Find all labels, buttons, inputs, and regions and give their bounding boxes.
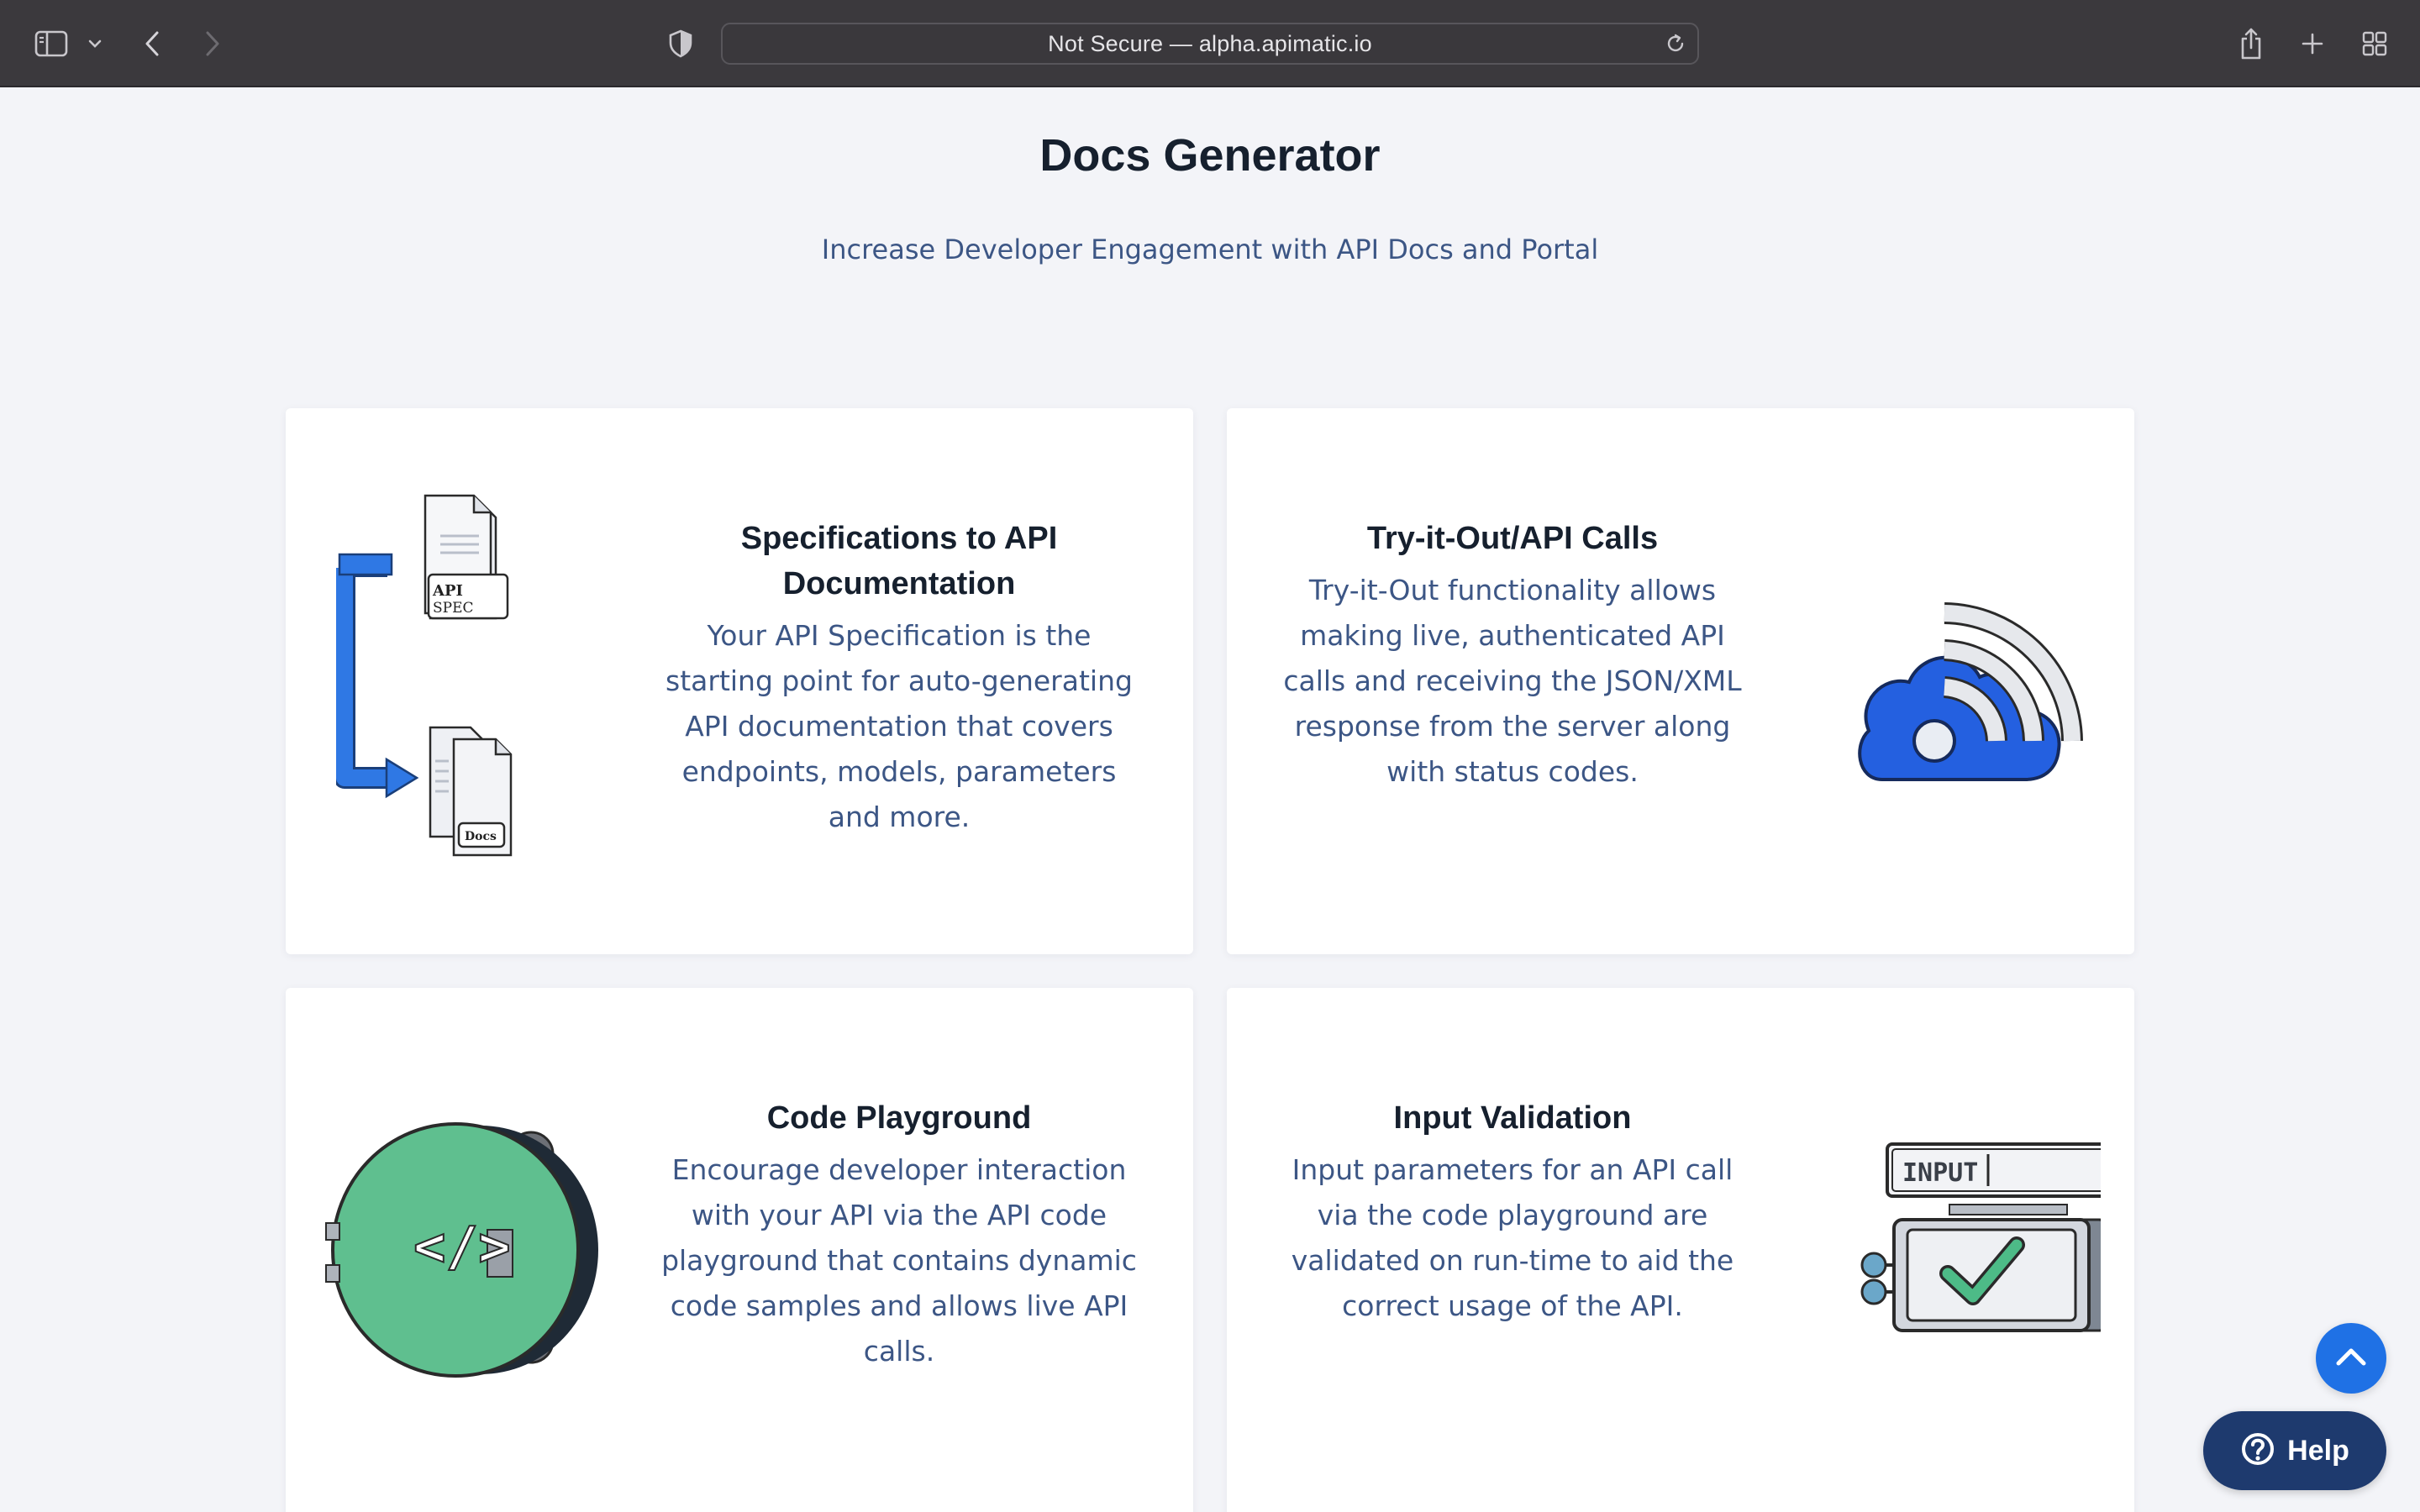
card-description: Encourage developer interaction with you… (661, 1153, 1137, 1368)
forward-icon[interactable] (200, 0, 225, 87)
feature-card-input-validation: Input Validation Input parameters for an… (1227, 988, 2134, 1512)
address-text: Not Secure — alpha.apimatic.io (1048, 30, 1372, 56)
browser-toolbar: Not Secure — alpha.apimatic.io (0, 0, 2420, 87)
feature-card-code-playground: </> Code Playground Encourage developer … (286, 988, 1193, 1512)
card-title: Code Playground (766, 1100, 1032, 1136)
card-title: Try-it-Out/API Calls (1366, 521, 1659, 556)
card-description: Your API Specification is the starting p… (666, 619, 1133, 833)
input-validation-icon: INPUT (1849, 1139, 2128, 1361)
address-bar[interactable]: Not Secure — alpha.apimatic.io (721, 23, 1699, 65)
card-text: Try-it-Out/API Calls Try-it-Out function… (1269, 516, 1756, 795)
chevron-up-icon (2334, 1346, 2368, 1371)
card-text: Input Validation Input parameters for an… (1269, 1095, 1756, 1329)
question-circle-icon (2240, 1431, 2275, 1470)
svg-text:Docs: Docs (465, 830, 497, 843)
code-disc-icon: </> (321, 1114, 598, 1394)
cloud-signal-icon (1849, 576, 2101, 798)
card-text: Code Playground Encourage developer inte… (655, 1095, 1143, 1374)
card-title: Input Validation (1393, 1100, 1632, 1136)
reload-icon[interactable] (1664, 32, 1687, 59)
chevron-down-icon[interactable] (84, 0, 106, 87)
page-title: Docs Generator (1039, 130, 1381, 181)
help-label: Help (2287, 1434, 2349, 1467)
back-icon[interactable] (139, 0, 165, 87)
feature-card-specifications: API SPEC Docs Specifications to API Docu… (286, 408, 1193, 954)
svg-text:API: API (432, 582, 463, 600)
feature-card-try-it-out: Try-it-Out/API Calls Try-it-Out function… (1227, 408, 2134, 954)
share-icon[interactable] (2237, 0, 2265, 87)
spec-to-docs-icon: API SPEC Docs (334, 484, 555, 890)
help-button[interactable]: Help (2203, 1411, 2386, 1490)
tab-overview-icon[interactable] (2360, 0, 2390, 87)
sidebar-icon[interactable] (32, 0, 71, 87)
svg-text:</>: </> (413, 1216, 511, 1278)
shield-icon[interactable] (666, 0, 696, 87)
card-description: Input parameters for an API call via the… (1291, 1153, 1734, 1322)
card-text: Specifications to API Documentation Your… (655, 516, 1143, 840)
card-description: Try-it-Out functionality allows making l… (1283, 574, 1742, 788)
page-subtitle: Increase Developer Engagement with API D… (821, 234, 1599, 265)
card-title: Specifications to API Documentation (740, 521, 1058, 601)
scroll-to-top-button[interactable] (2316, 1323, 2386, 1394)
new-tab-icon[interactable] (2299, 0, 2326, 87)
svg-text:SPEC: SPEC (433, 600, 474, 617)
svg-text:INPUT: INPUT (1902, 1158, 1978, 1188)
